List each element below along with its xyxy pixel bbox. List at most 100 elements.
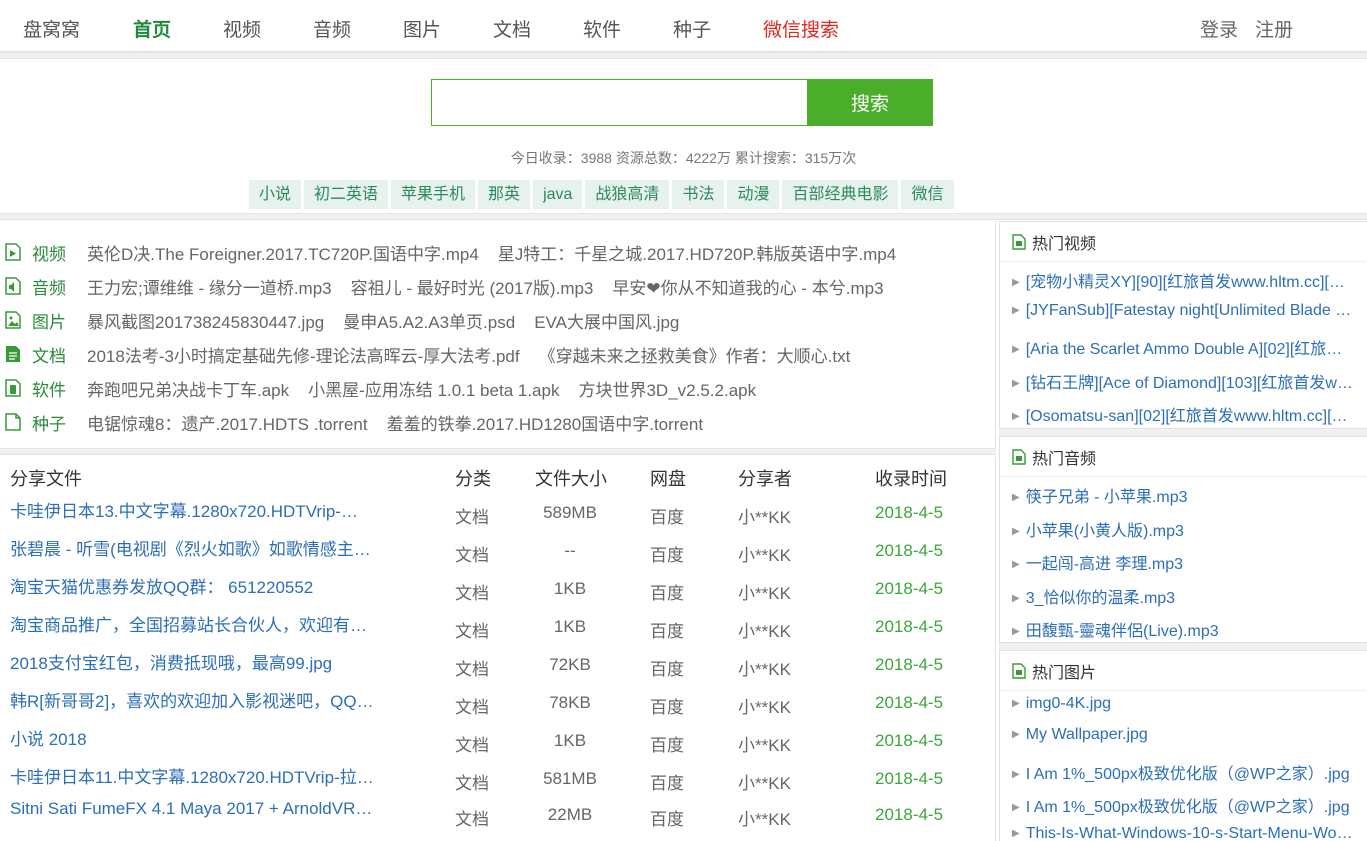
category-label[interactable]: 视频: [32, 240, 87, 265]
hot-video-item[interactable]: ▶ [Aria the Scarlet Ammo Double A][02][红旅…: [1012, 335, 1362, 359]
hot-image-item[interactable]: ▶ I Am 1%_500px极致优化版（@WP之家）.jpg: [1012, 760, 1362, 784]
category-link[interactable]: 2018法考-3小时搞定基础先修-理论法高晖云-厚大法考.pdf: [87, 342, 520, 367]
file-sharer: 小**KK: [738, 774, 791, 793]
file-name-link[interactable]: 淘宝天猫优惠券发放QQ群： 651220552: [10, 573, 385, 598]
site-logo[interactable]: 盘窝窝: [23, 15, 80, 42]
category-label[interactable]: 软件: [32, 376, 87, 401]
search-button[interactable]: 搜索: [807, 79, 933, 126]
hot-video-item[interactable]: ▶ [宠物小精灵XY][90][红旅首发www.hltm.cc][…: [1012, 268, 1362, 292]
file-size: 72KB: [549, 655, 591, 674]
caret-right-icon: ▶: [1012, 559, 1020, 571]
hot-audio-title: 热门音频: [1032, 450, 1097, 468]
hot-audio-item[interactable]: ▶ 3_恰似你的温柔.mp3: [1012, 584, 1362, 608]
category-link[interactable]: 早安❤你从不知道我的心 - 本兮.mp3: [612, 274, 883, 299]
file-name-link[interactable]: 卡哇伊日本13.中文字幕.1280x720.HDTVrip-…: [10, 497, 385, 522]
category-link[interactable]: 星J特工：千星之城.2017.HD720P.韩版英语中字.mp4: [498, 240, 896, 265]
nav-video[interactable]: 视频: [223, 15, 261, 42]
category-label[interactable]: 音频: [32, 274, 87, 299]
hot-image-item[interactable]: ▶ I Am 1%_500px极致优化版（@WP之家）.jpg: [1012, 793, 1362, 817]
category-link[interactable]: 小黑屋-应用冻结 1.0.1 beta 1.apk: [308, 376, 559, 401]
hot-keyword[interactable]: 小说: [249, 180, 302, 209]
category-link[interactable]: 奔跑吧兄弟决战卡丁车.apk: [87, 376, 289, 401]
hot-video-item[interactable]: ▶ [钻石王牌][Ace of Diamond][103][红旅首发w…: [1012, 369, 1362, 393]
hot-audio-header: 热门音频: [1000, 437, 1367, 477]
file-date: 2018-4-5: [875, 579, 944, 598]
hot-keyword[interactable]: 那英: [478, 180, 531, 209]
file-size: 1KB: [553, 731, 587, 750]
hot-video-item[interactable]: ▶ [Osomatsu-san][02][红旅首发www.hltm.cc][…: [1012, 402, 1362, 426]
caret-right-icon: ▶: [1012, 277, 1020, 289]
nav-torrent[interactable]: 种子: [673, 15, 711, 42]
register-link[interactable]: 注册: [1255, 15, 1293, 42]
nav-software[interactable]: 软件: [583, 15, 621, 42]
category-link[interactable]: 英伦D决.The Foreigner.2017.TC720P.国语中字.mp4: [87, 240, 479, 265]
file-disk: 百度: [650, 660, 684, 679]
hot-image-item[interactable]: ▶ My Wallpaper.jpg: [1012, 726, 1362, 744]
hot-audio-item[interactable]: ▶ 筷子兄弟 - 小苹果.mp3: [1012, 483, 1362, 507]
category-link[interactable]: EVA大展中国风.jpg: [534, 308, 679, 333]
hot-keyword[interactable]: 苹果手机: [391, 180, 476, 209]
category-link[interactable]: 王力宏;谭维维 - 缘分一道桥.mp3: [87, 274, 332, 299]
file-name-link[interactable]: 淘宝商品推广，全国招募站长合伙人，欢迎有…: [10, 611, 385, 636]
category-link[interactable]: 电锯惊魂8：遗产.2017.HDTS .torrent: [87, 410, 368, 435]
table-row: 淘宝天猫优惠券发放QQ群： 651220552 文档 1KB 百度 小**KK …: [0, 573, 996, 611]
category-label[interactable]: 文档: [32, 342, 87, 367]
hot-keyword[interactable]: 战狼高清: [585, 180, 670, 209]
category-link[interactable]: 曼申A5.A2.A3单页.psd: [343, 308, 515, 333]
category-link[interactable]: 方块世界3D_v2.5.2.apk: [578, 376, 756, 401]
category-panel: 视频 英伦D决.The Foreigner.2017.TC720P.国语中字.m…: [0, 221, 996, 449]
file-date: 2018-4-5: [875, 769, 944, 788]
hot-video-item[interactable]: ▶ [JYFanSub][Fatestay night[Unlimited Bla…: [1012, 302, 1362, 320]
hot-keyword[interactable]: 微信: [901, 180, 954, 209]
nav-image[interactable]: 图片: [403, 15, 441, 42]
caret-right-icon: ▶: [1012, 828, 1020, 840]
file-name-link[interactable]: 2018支付宝红包，消费抵现哦，最高99.jpg: [10, 649, 385, 674]
image-file-icon: [4, 311, 22, 329]
file-disk: 百度: [650, 810, 684, 829]
hot-keyword[interactable]: 百部经典电影: [782, 180, 899, 209]
file-sharer: 小**KK: [738, 622, 791, 641]
file-type: 文档: [455, 698, 489, 717]
file-date: 2018-4-5: [875, 805, 944, 824]
file-name-link[interactable]: Sitni Sati FumeFX 4.1 Maya 2017 + Arnold…: [10, 799, 385, 819]
col-header-date: 收录时间: [875, 469, 947, 489]
nav-home[interactable]: 首页: [133, 15, 171, 42]
software-file-icon: [4, 379, 22, 397]
nav-document[interactable]: 文档: [493, 15, 531, 42]
search-input[interactable]: [431, 79, 807, 126]
file-sharer: 小**KK: [738, 584, 791, 603]
file-disk: 百度: [650, 736, 684, 755]
caret-right-icon: ▶: [1012, 411, 1020, 423]
nav-wechat-search[interactable]: 微信搜索: [763, 15, 839, 42]
category-label[interactable]: 种子: [32, 410, 87, 435]
category-row-video: 视频 英伦D决.The Foreigner.2017.TC720P.国语中字.m…: [0, 237, 915, 267]
login-link[interactable]: 登录: [1200, 15, 1238, 42]
panel-divider: [0, 448, 996, 455]
caret-right-icon: ▶: [1012, 626, 1020, 638]
category-link[interactable]: 容祖儿 - 最好时光 (2017版).mp3: [351, 274, 594, 299]
file-name-link[interactable]: 小说 2018: [10, 725, 385, 750]
caret-right-icon: ▶: [1012, 344, 1020, 356]
category-link[interactable]: 《穿越未来之拯救美食》作者：大顺心.txt: [539, 342, 851, 367]
category-link[interactable]: 暴风截图201738245830447.jpg: [87, 308, 324, 333]
category-link[interactable]: 羞羞的铁拳.2017.HD1280国语中字.torrent: [387, 410, 704, 435]
hot-audio-item[interactable]: ▶ 小苹果(小黄人版).mp3: [1012, 517, 1362, 541]
file-type: 文档: [455, 810, 489, 829]
hot-audio-item[interactable]: ▶ 田馥甄-靈魂伴侶(Live).mp3: [1012, 617, 1362, 641]
nav-audio[interactable]: 音频: [313, 15, 351, 42]
category-label[interactable]: 图片: [32, 308, 87, 333]
hot-image-item[interactable]: ▶ img0-4K.jpg: [1012, 695, 1362, 713]
table-row: 淘宝商品推广，全国招募站长合伙人，欢迎有… 文档 1KB 百度 小**KK 20…: [0, 611, 996, 649]
file-name-link[interactable]: 韩R[新哥哥2]，喜欢的欢迎加入影视迷吧，QQ…: [10, 687, 385, 712]
hot-keyword[interactable]: 初二英语: [304, 180, 389, 209]
hot-image-item[interactable]: ▶ This-Is-What-Windows-10-s-Start-Menu-Wo…: [1012, 825, 1362, 841]
file-name-link[interactable]: 张碧晨 - 听雪(电视剧《烈火如歌》如歌情感主…: [10, 535, 385, 560]
file-name-link[interactable]: 卡哇伊日本11.中文字幕.1280x720.HDTVrip-拉…: [10, 763, 385, 788]
caret-right-icon: ▶: [1012, 729, 1020, 741]
file-disk: 百度: [650, 508, 684, 527]
col-header-size: 文件大小: [535, 469, 607, 489]
hot-audio-item[interactable]: ▶ 一起闯-高进 李理.mp3: [1012, 550, 1362, 574]
hot-keyword[interactable]: java: [533, 180, 583, 209]
hot-keyword[interactable]: 动漫: [727, 180, 780, 209]
hot-keyword[interactable]: 书法: [672, 180, 725, 209]
